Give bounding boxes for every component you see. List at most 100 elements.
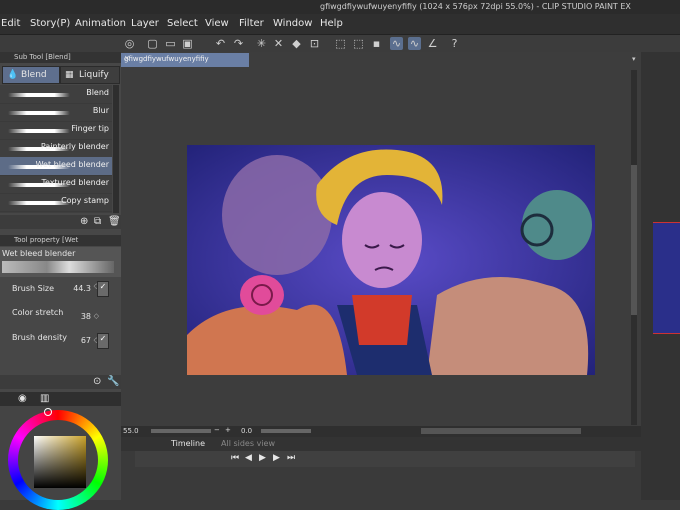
color-wheel-panel: ◉ ▥ [0,392,121,510]
duplicate-icon[interactable]: ⧉ [94,216,101,227]
add-icon[interactable]: ⊕ [80,216,88,227]
artwork-illustration [187,145,595,375]
invert-selection-icon[interactable]: ⬚ [352,37,365,50]
sub-tool-header: Sub Tool [Blend] [0,52,121,63]
open-file-icon[interactable]: ▭ [164,37,177,50]
tab-liquify[interactable]: ▦ Liquify [60,66,120,84]
zoom-slider[interactable] [151,429,211,433]
list-item-selected[interactable]: Wet bleed blender [0,157,112,176]
color-stretch-label: Color stretch [12,308,64,317]
document-tab[interactable]: gfiwgdfiywufwuyenyfifiy × [121,53,249,67]
trash-icon[interactable]: 🗑 [108,216,121,227]
brush-label: Finger tip [71,124,109,133]
list-item[interactable]: Textured blender [0,175,112,194]
snap-ruler-icon[interactable]: ∿ [408,37,421,50]
list-item[interactable]: Copy stamp [0,193,112,212]
menu-view[interactable]: View [205,18,229,29]
brush-size-value[interactable]: 44.3 [73,284,91,293]
first-frame-icon[interactable]: ⏮ [231,453,239,463]
list-item[interactable]: Blend [0,85,112,104]
tab-blend-label: Blend [21,70,47,80]
color-stretch-spinner[interactable]: ◇ [94,312,99,320]
transform-icon[interactable]: ⊡ [308,37,321,50]
menu-animation[interactable]: Animation [75,18,126,29]
rotation-value[interactable]: 0.0 [241,427,252,435]
canvas-status-bar: 55.0 − + 0.0 [121,426,641,437]
brush-density-label: Brush density [12,333,67,342]
title-bar: gfiwgdfiywufwuyenyfifiy (1024 x 576px 72… [0,0,680,14]
tab-blend[interactable]: 💧 Blend [2,66,60,84]
play-icon[interactable]: ▶ [259,453,266,463]
arrow-down-icon[interactable]: ⊙ [93,376,101,387]
timeline-panel: Timeline All sides view ⏮ ◀ ▶ ▶ ⏭ [121,437,641,500]
tab-menu-icon[interactable]: ▾ [632,55,636,63]
artwork-canvas[interactable] [187,145,595,375]
fill-icon[interactable]: ◆ [290,37,303,50]
close-icon[interactable]: × [124,54,246,62]
liquify-icon: ▦ [65,70,74,80]
tab-liquify-label: Liquify [79,70,109,80]
zoom-in-icon[interactable]: + [225,426,231,434]
navigator-preview[interactable] [653,222,680,334]
menu-help[interactable]: Help [320,18,343,29]
brush-size-label: Brush Size [12,284,55,293]
menu-story[interactable]: Story(P) [30,18,70,29]
zoom-out-icon[interactable]: − [214,426,220,434]
brush-density-dynamics-button[interactable]: ✓ [97,333,109,349]
menu-layer[interactable]: Layer [131,18,159,29]
tab-all-sides-view[interactable]: All sides view [221,439,275,448]
menu-edit[interactable]: Edit [1,18,20,29]
new-file-icon[interactable]: ▢ [146,37,159,50]
menu-filter[interactable]: Filter [239,18,264,29]
brush-preview-strip [2,261,114,273]
brush-density-row: Brush density 67 ◇ ✓ [0,331,121,353]
loading-icon[interactable]: ✳ [255,37,268,50]
menu-icon[interactable]: ◎ [123,37,136,50]
hue-cursor[interactable] [44,408,52,416]
sub-tool-title: Sub Tool [Blend] [14,53,71,61]
color-panel-tabs: ◉ ▥ [0,392,121,406]
canvas-scrollbar-vertical[interactable] [631,70,637,425]
right-panel [641,52,680,500]
redo-icon[interactable]: ↷ [232,37,245,50]
tool-preset-name: Wet bleed blender [2,249,76,258]
menu-window[interactable]: Window [273,18,312,29]
brush-density-value[interactable]: 67 [81,336,91,345]
deselect-icon[interactable]: ⬚ [334,37,347,50]
save-icon[interactable]: ▣ [181,37,194,50]
brush-size-dynamics-button[interactable]: ✓ [97,281,109,297]
last-frame-icon[interactable]: ⏭ [287,453,295,463]
menu-bar: Edit Story(P) Animation Layer Select Vie… [0,14,680,35]
tool-property-footer: ⊙ 🔧 [0,375,121,389]
brush-label: Blend [86,88,109,97]
stabilizer-icon[interactable]: ∿ [390,37,403,50]
zoom-value[interactable]: 55.0 [123,427,139,435]
wrench-icon[interactable]: 🔧 [107,376,119,387]
rotation-slider[interactable] [261,429,311,433]
saturation-value-square[interactable] [34,436,86,488]
brush-list-scrollbar[interactable] [113,85,119,213]
menu-select[interactable]: Select [167,18,198,29]
brush-stroke-preview [8,129,70,133]
tool-property-header: Tool property [Wet [0,235,121,246]
tab-timeline[interactable]: Timeline [171,439,205,448]
help-icon[interactable]: ? [448,37,461,50]
clear-icon[interactable]: ✕ [272,37,285,50]
color-stretch-value[interactable]: 38 [81,312,91,321]
prev-frame-icon[interactable]: ◀ [245,453,252,463]
show-selection-icon[interactable]: ▪ [370,37,383,50]
color-set-tab-icon[interactable]: ▥ [40,393,49,404]
list-item[interactable]: Painterly blender [0,139,112,158]
undo-icon[interactable]: ↶ [214,37,227,50]
scrollbar-thumb[interactable] [631,165,637,315]
blend-icon: 💧 [7,70,19,80]
list-item[interactable]: Finger tip [0,121,112,140]
next-frame-icon[interactable]: ▶ [273,453,280,463]
brush-size-row: Brush Size 44.3 ◇ ✓ [0,280,121,302]
canvas-scrollbar-horizontal[interactable] [421,428,581,434]
snap-special-ruler-icon[interactable]: ∠ [426,37,439,50]
brush-list: Blend Blur Finger tip Painterly blender … [0,85,112,213]
list-item[interactable]: Blur [0,103,112,122]
brush-label: Painterly blender [40,142,109,151]
color-wheel-tab-icon[interactable]: ◉ [18,393,27,404]
